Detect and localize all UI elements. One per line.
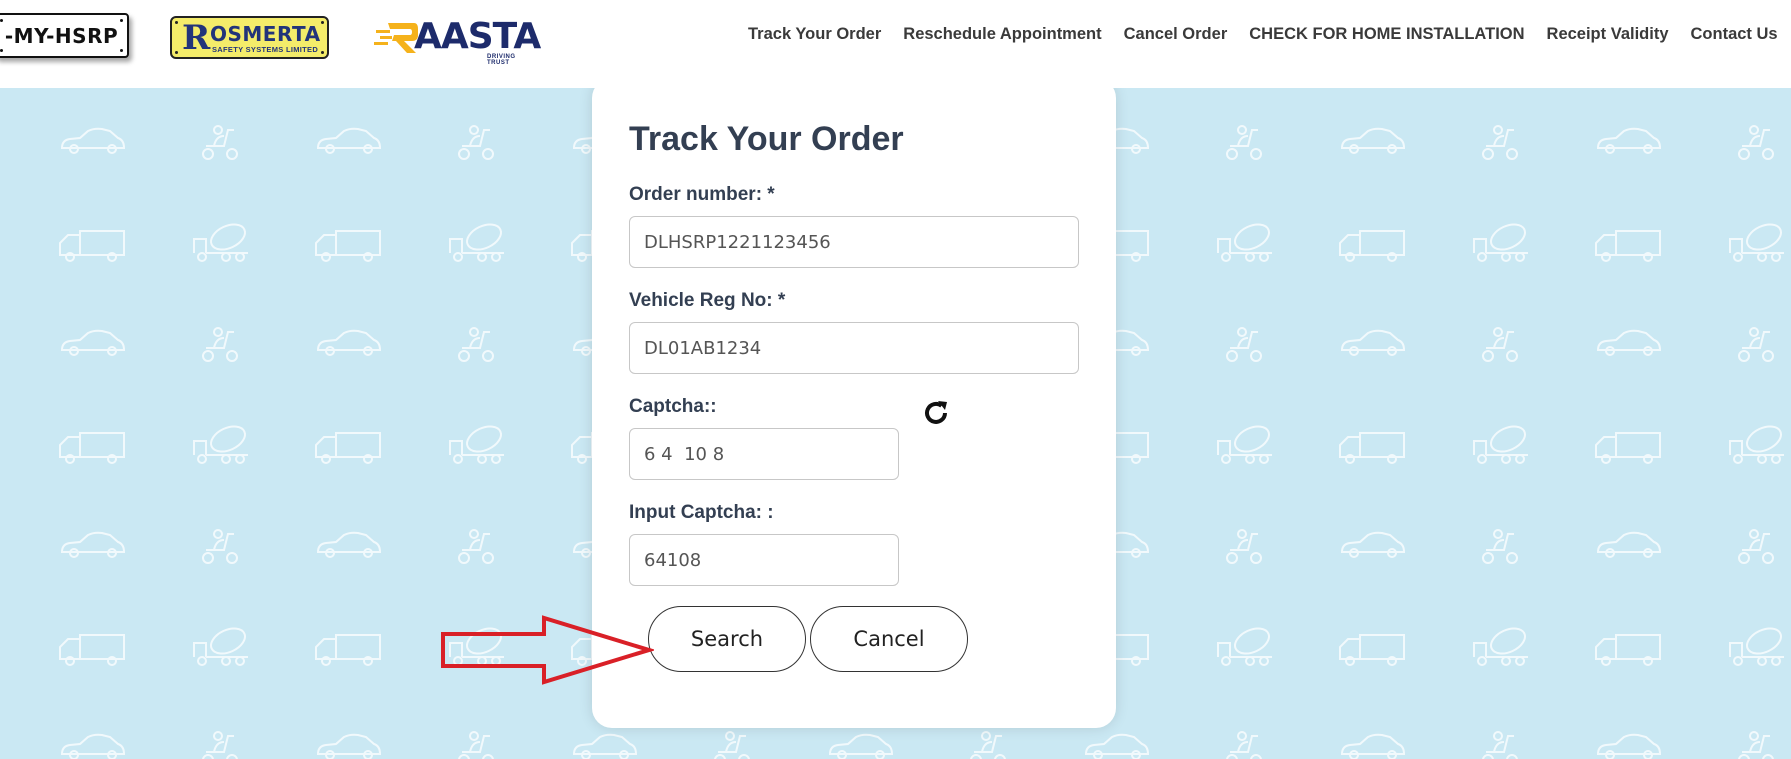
scooter-pattern-icon [202,327,238,362]
scooter-pattern-icon [458,125,494,160]
scooter-pattern-icon [1738,731,1774,759]
rosmerta-logo-word: OSMERTA [210,22,321,46]
car-pattern-icon [1597,531,1661,558]
scooter-pattern-icon [458,327,494,362]
scooter-pattern-icon [1482,529,1518,564]
myhsrp-logo[interactable]: -MY-HSRP [0,13,129,58]
car-pattern-icon [317,127,381,154]
scooter-pattern-icon [1226,731,1262,759]
raasta-speed-icon [374,23,418,53]
car-pattern-icon [1341,733,1405,759]
mixer-pattern-icon [449,218,506,262]
mixer-pattern-icon [1473,218,1530,262]
truck-pattern-icon [315,634,381,666]
car-pattern-icon [1341,127,1405,154]
site-header: -MY-HSRP R OSMERTA SAFETY SYSTEMS LIMITE… [0,0,1791,88]
nav-reschedule-appointment[interactable]: Reschedule Appointment [903,25,1101,44]
mixer-pattern-icon [1729,622,1786,666]
mixer-pattern-icon [1217,420,1274,464]
mixer-pattern-icon [193,420,250,464]
car-pattern-icon [61,329,125,356]
refresh-icon[interactable] [921,398,951,428]
vehicle-reg-input[interactable] [629,322,1079,374]
scooter-pattern-icon [1482,125,1518,160]
scooter-pattern-icon [1738,529,1774,564]
car-pattern-icon [1341,531,1405,558]
car-pattern-icon [573,733,637,759]
mixer-pattern-icon [1217,218,1274,262]
vehicle-reg-label: Vehicle Reg No: * [629,290,786,311]
page-title: Track Your Order [629,120,904,158]
scooter-pattern-icon [202,529,238,564]
rosmerta-logo-subtitle: SAFETY SYSTEMS LIMITED [212,45,319,54]
order-number-label: Order number: * [629,184,775,205]
nav-check-home-installation[interactable]: CHECK FOR HOME INSTALLATION [1249,25,1524,44]
annotation-arrow-icon [441,615,654,685]
captcha-label: Captcha:: [629,396,717,417]
scooter-pattern-icon [1226,529,1262,564]
mixer-pattern-icon [1729,420,1786,464]
nav-receipt-validity[interactable]: Receipt Validity [1547,25,1669,44]
main-nav: Track Your Order Reschedule Appointment … [748,25,1778,44]
mixer-pattern-icon [1473,622,1530,666]
search-button[interactable]: Search [648,606,806,672]
car-pattern-icon [317,329,381,356]
mixer-pattern-icon [193,218,250,262]
truck-pattern-icon [1595,634,1661,666]
mixer-pattern-icon [193,622,250,666]
car-pattern-icon [61,733,125,759]
nav-track-your-order[interactable]: Track Your Order [748,25,881,44]
captcha-display-field [629,428,899,480]
raasta-logo-word: AASTA [414,16,541,57]
scooter-pattern-icon [970,731,1006,759]
car-pattern-icon [1597,329,1661,356]
car-pattern-icon [317,733,381,759]
rosmerta-logo-initial: R [182,18,211,58]
car-pattern-icon [1085,733,1149,759]
truck-pattern-icon [1339,230,1405,262]
scooter-pattern-icon [1226,327,1262,362]
car-pattern-icon [317,531,381,558]
scooter-pattern-icon [714,731,750,759]
scooter-pattern-icon [1738,125,1774,160]
truck-pattern-icon [1595,230,1661,262]
car-pattern-icon [61,531,125,558]
car-pattern-icon [829,733,893,759]
scooter-pattern-icon [1482,731,1518,759]
scooter-pattern-icon [458,731,494,759]
raasta-logo-subtitle: DRIVING TRUST [487,54,516,66]
mixer-pattern-icon [1473,420,1530,464]
rosmerta-logo[interactable]: R OSMERTA SAFETY SYSTEMS LIMITED [170,16,329,59]
truck-pattern-icon [59,230,125,262]
car-pattern-icon [1597,127,1661,154]
scooter-pattern-icon [202,731,238,759]
cancel-button[interactable]: Cancel [810,606,968,672]
truck-pattern-icon [1595,432,1661,464]
mixer-pattern-icon [1217,622,1274,666]
car-pattern-icon [1341,329,1405,356]
myhsrp-logo-text: -MY-HSRP [4,23,119,48]
scooter-pattern-icon [1482,327,1518,362]
truck-pattern-icon [315,230,381,262]
truck-pattern-icon [315,432,381,464]
scooter-pattern-icon [458,529,494,564]
track-order-card: Track Your Order Order number: * Vehicle… [592,78,1116,728]
scooter-pattern-icon [1738,327,1774,362]
mixer-pattern-icon [449,420,506,464]
scooter-pattern-icon [1226,125,1262,160]
car-pattern-icon [1597,733,1661,759]
input-captcha-field[interactable] [629,534,899,586]
nav-contact-us[interactable]: Contact Us [1691,25,1778,44]
truck-pattern-icon [1339,432,1405,464]
truck-pattern-icon [59,432,125,464]
raasta-logo[interactable]: AASTA DRIVING TRUST [374,16,541,66]
nav-cancel-order[interactable]: Cancel Order [1124,25,1228,44]
mixer-pattern-icon [1729,218,1786,262]
order-number-input[interactable] [629,216,1079,268]
input-captcha-label: Input Captcha: : [629,502,774,523]
scooter-pattern-icon [202,125,238,160]
car-pattern-icon [61,127,125,154]
truck-pattern-icon [59,634,125,666]
truck-pattern-icon [1339,634,1405,666]
